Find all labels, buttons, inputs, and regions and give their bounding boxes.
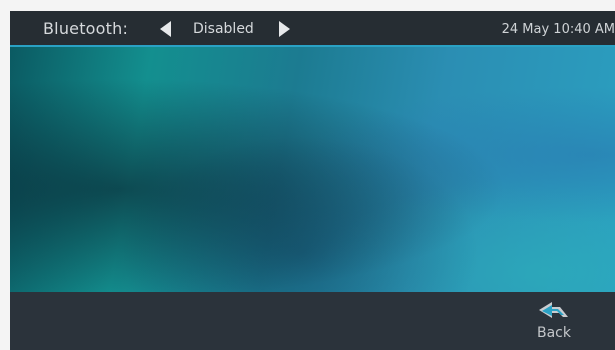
status-bar: Bluetooth: Disabled 24 May 10:40 AM [10, 11, 615, 47]
previous-option-icon[interactable] [160, 21, 171, 37]
next-option-icon[interactable] [279, 21, 290, 37]
bluetooth-label: Bluetooth: [43, 19, 129, 38]
phone-screen: Bluetooth: Disabled 24 May 10:40 AM Back [10, 11, 615, 350]
back-button[interactable]: Back [526, 300, 582, 348]
wallpaper-area [10, 47, 615, 292]
bluetooth-value: Disabled [193, 21, 254, 37]
datetime: 24 May 10:40 AM [501, 22, 615, 37]
back-label: Back [537, 325, 571, 341]
back-arrow-icon [539, 302, 568, 318]
softkey-bar: Back [10, 292, 615, 350]
